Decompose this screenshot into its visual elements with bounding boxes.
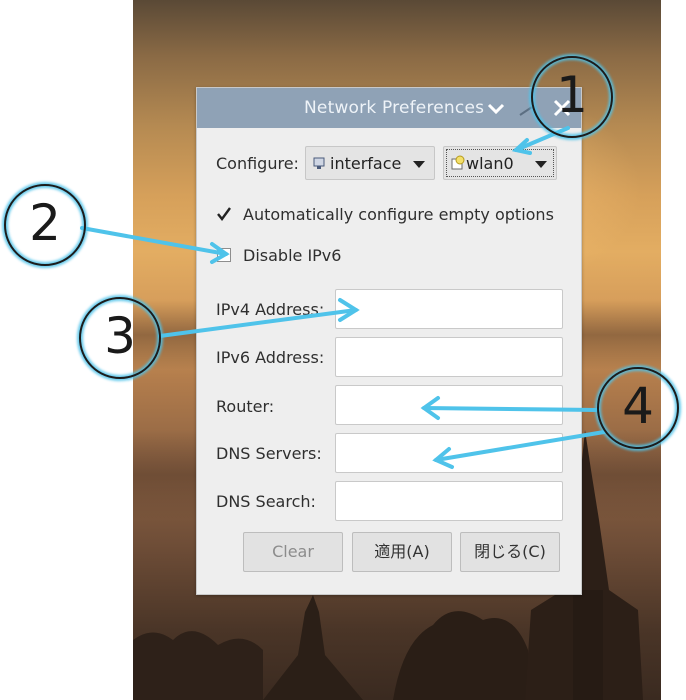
network-interface-icon bbox=[311, 155, 327, 175]
interface-value: wlan0 bbox=[466, 154, 514, 173]
minimize-icon[interactable] bbox=[519, 102, 533, 121]
configure-type-value: interface bbox=[330, 154, 402, 173]
interface-dropdown[interactable]: wlan0 bbox=[443, 146, 557, 180]
configure-label: Configure: bbox=[216, 154, 299, 173]
title-bar[interactable]: Network Preferences bbox=[197, 88, 581, 128]
close-button[interactable]: 閉じる(C) bbox=[460, 532, 560, 572]
callout-number-1: 1 bbox=[556, 66, 588, 124]
router-input[interactable] bbox=[335, 385, 563, 425]
clear-button[interactable]: Clear bbox=[243, 532, 343, 572]
auto-configure-checkbox[interactable] bbox=[216, 206, 231, 221]
ipv4-address-input[interactable] bbox=[335, 289, 563, 329]
window-title: Network Preferences bbox=[304, 98, 485, 118]
disable-ipv6-label: Disable IPv6 bbox=[243, 246, 342, 265]
chevron-down-icon[interactable] bbox=[487, 101, 505, 120]
wireless-icon bbox=[449, 155, 465, 175]
dropdown-arrow-icon bbox=[535, 161, 547, 168]
router-label: Router: bbox=[216, 397, 275, 416]
ipv6-address-input[interactable] bbox=[335, 337, 563, 377]
ipv4-address-label: IPv4 Address: bbox=[216, 300, 325, 319]
configure-type-dropdown[interactable]: interface bbox=[305, 146, 435, 180]
dropdown-arrow-icon bbox=[413, 161, 425, 168]
callout-number-4: 4 bbox=[622, 377, 654, 435]
dns-servers-input[interactable] bbox=[335, 433, 563, 473]
apply-button[interactable]: 適用(A) bbox=[352, 532, 452, 572]
dns-servers-label: DNS Servers: bbox=[216, 444, 322, 463]
dns-search-input[interactable] bbox=[335, 481, 563, 521]
auto-configure-label: Automatically configure empty options bbox=[243, 205, 554, 224]
dns-search-label: DNS Search: bbox=[216, 492, 316, 511]
ipv6-address-label: IPv6 Address: bbox=[216, 348, 325, 367]
callout-number-3: 3 bbox=[104, 307, 136, 365]
callout-number-2: 2 bbox=[29, 194, 61, 252]
network-preferences-dialog: Network Preferences Configure: interface… bbox=[196, 87, 582, 595]
disable-ipv6-checkbox[interactable] bbox=[217, 248, 231, 262]
